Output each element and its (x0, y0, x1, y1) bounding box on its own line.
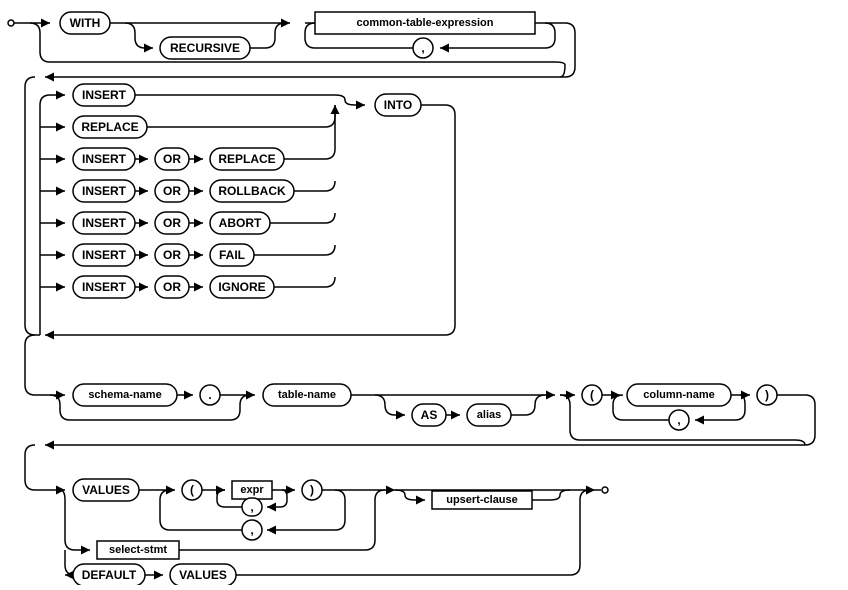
svg-text:AS: AS (421, 408, 438, 422)
svg-text:,: , (677, 413, 680, 427)
svg-text:column-name: column-name (643, 389, 715, 401)
svg-text:INTO: INTO (384, 98, 412, 112)
svg-text:INSERT: INSERT (82, 280, 127, 294)
svg-text:OR: OR (163, 248, 181, 262)
svg-text:OR: OR (163, 184, 181, 198)
svg-text:select-stmt: select-stmt (109, 544, 167, 556)
svg-text:VALUES: VALUES (179, 568, 227, 582)
svg-text:common-table-expression: common-table-expression (357, 17, 494, 29)
svg-text:): ) (765, 388, 769, 402)
svg-text:OR: OR (163, 280, 181, 294)
railroad-diagram: WITH RECURSIVE common-table-expression ,… (5, 5, 843, 585)
start-marker (8, 20, 14, 26)
svg-text:ABORT: ABORT (219, 216, 262, 230)
svg-text:.: . (208, 388, 211, 402)
svg-text:table-name: table-name (278, 389, 336, 401)
svg-text:FAIL: FAIL (219, 248, 245, 262)
svg-text:alias: alias (477, 409, 501, 421)
svg-text:,: , (250, 500, 253, 514)
svg-text:,: , (421, 41, 424, 55)
svg-text:(: ( (590, 388, 594, 402)
svg-text:upsert-clause: upsert-clause (446, 494, 518, 506)
svg-text:VALUES: VALUES (82, 483, 130, 497)
svg-text:): ) (310, 483, 314, 497)
svg-text:REPLACE: REPLACE (218, 152, 275, 166)
svg-text:INSERT: INSERT (82, 248, 127, 262)
svg-text:OR: OR (163, 216, 181, 230)
svg-text:ROLLBACK: ROLLBACK (218, 184, 286, 198)
svg-text:DEFAULT: DEFAULT (82, 568, 137, 582)
svg-text:REPLACE: REPLACE (81, 120, 138, 134)
svg-text:WITH: WITH (70, 16, 101, 30)
svg-text:INSERT: INSERT (82, 184, 127, 198)
end-marker (602, 487, 608, 493)
svg-text:RECURSIVE: RECURSIVE (170, 41, 240, 55)
svg-text:INSERT: INSERT (82, 216, 127, 230)
svg-text:schema-name: schema-name (88, 389, 161, 401)
svg-text:INSERT: INSERT (82, 88, 127, 102)
svg-text:INSERT: INSERT (82, 152, 127, 166)
svg-text:,: , (250, 523, 253, 537)
svg-text:IGNORE: IGNORE (218, 280, 265, 294)
svg-text:expr: expr (240, 484, 264, 496)
svg-text:OR: OR (163, 152, 181, 166)
svg-text:(: ( (190, 483, 194, 497)
